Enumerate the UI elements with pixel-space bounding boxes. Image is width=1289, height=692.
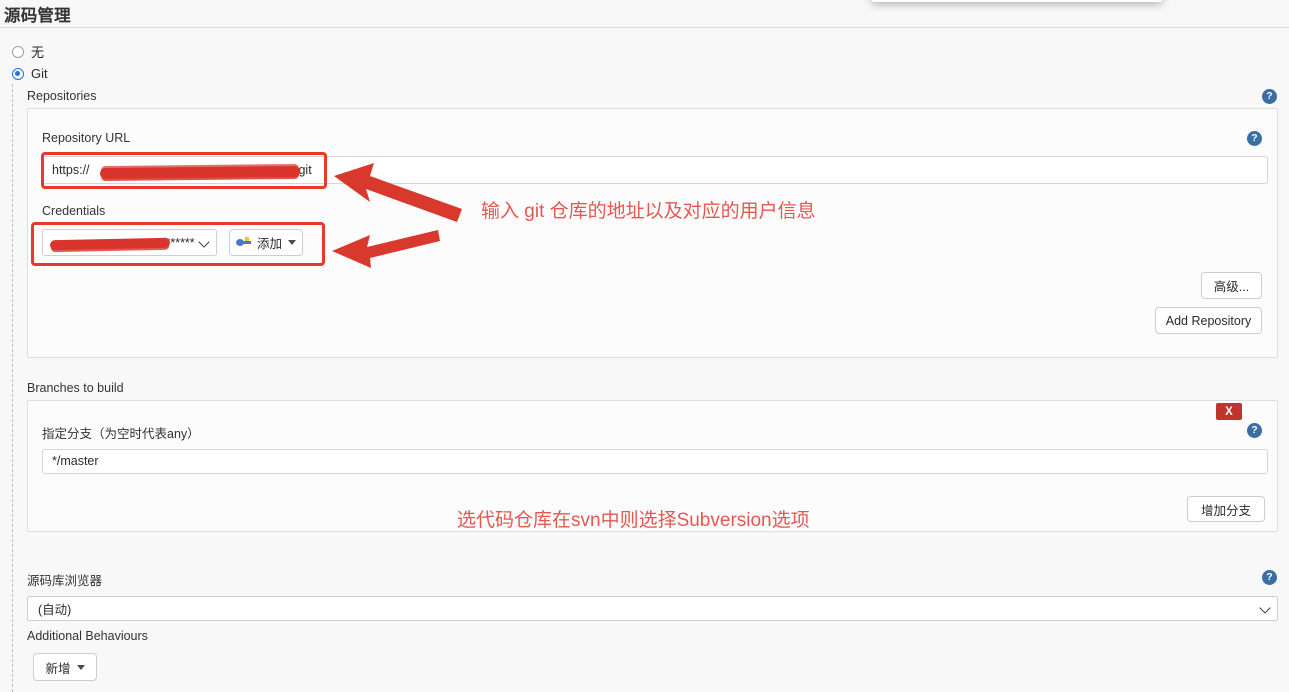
branches-legend: Branches to build <box>27 381 124 395</box>
add-behaviour-button[interactable]: 新增 <box>33 653 97 681</box>
repository-browser-label: 源码库浏览器 <box>27 574 103 588</box>
radio-none-label: 无 <box>31 45 45 60</box>
radio-none-icon[interactable] <box>12 45 24 58</box>
radio-git-label: Git <box>31 66 48 81</box>
radio-option-git[interactable]: Git <box>12 66 48 81</box>
page-title: 源码管理 <box>4 7 71 25</box>
redaction-mark-url <box>99 165 301 179</box>
branch-spec-label: 指定分支（为空时代表any） <box>42 427 200 441</box>
help-icon-branch-spec[interactable]: ? <box>1247 423 1262 438</box>
delete-branch-button[interactable]: X <box>1216 403 1242 420</box>
add-branch-button[interactable]: 增加分支 <box>1187 496 1265 522</box>
credentials-select[interactable]: /****** <box>42 229 217 256</box>
radio-option-none[interactable]: 无 <box>12 42 44 61</box>
radio-git-icon[interactable] <box>12 67 24 80</box>
title-divider <box>0 27 1289 28</box>
repository-browser-selected: (自动) <box>38 603 72 617</box>
additional-behaviours-label: Additional Behaviours <box>27 629 148 643</box>
annotation-text-git-repo-info: 输入 git 仓库的地址以及对应的用户信息 <box>481 201 816 222</box>
add-credentials-label: 添加 <box>256 237 282 251</box>
nested-section-guide <box>12 84 13 692</box>
caret-down-icon-add-behaviour <box>76 664 85 670</box>
branch-spec-value: */master <box>52 454 99 469</box>
help-icon-repository-url[interactable]: ? <box>1247 131 1262 146</box>
add-branch-label: 增加分支 <box>1200 503 1251 518</box>
repository-url-value: https://r.git <box>52 162 312 179</box>
add-repository-button[interactable]: Add Repository <box>1155 307 1262 334</box>
branch-spec-input[interactable]: */master <box>42 449 1268 474</box>
advanced-button[interactable]: 高级... <box>1201 272 1262 299</box>
add-repository-label: Add Repository <box>1165 313 1252 328</box>
credentials-label: Credentials <box>42 204 106 218</box>
repository-url-label: Repository URL <box>42 131 131 145</box>
repository-browser-select[interactable]: (自动) <box>27 596 1278 621</box>
floating-panel-shadow <box>872 0 1162 2</box>
caret-down-icon-add-credentials <box>288 240 296 245</box>
key-icon <box>235 237 251 248</box>
annotation-text-svn-subversion: 选代码仓库在svn中则选择Subversion选项 <box>457 510 810 531</box>
scm-config-page: 源码管理 无 Git Repositories ? Repository URL… <box>0 0 1289 692</box>
repositories-legend: Repositories <box>27 89 97 103</box>
repository-url-input[interactable]: https://r.git <box>42 156 1268 184</box>
add-credentials-button[interactable]: 添加 <box>229 229 303 256</box>
chevron-down-icon-credentials <box>198 235 210 248</box>
advanced-button-label: 高级... <box>1213 280 1250 294</box>
chevron-down-icon-repository-browser <box>1259 601 1271 614</box>
repository-url-prefix: https:// <box>52 162 90 177</box>
help-icon-repositories[interactable]: ? <box>1262 89 1277 104</box>
help-icon-repository-browser[interactable]: ? <box>1262 570 1277 585</box>
add-behaviour-label: 新增 <box>45 661 71 676</box>
